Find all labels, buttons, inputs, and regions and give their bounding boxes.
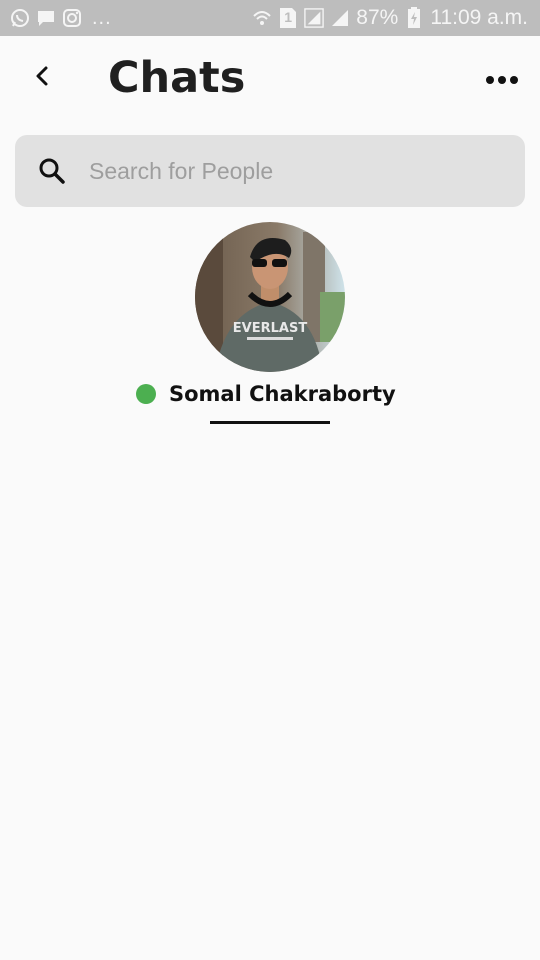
avatar[interactable]: EVERLAST (195, 222, 345, 372)
clock: 11:09 a.m. (430, 6, 528, 29)
chevron-left-icon (33, 65, 51, 91)
avatar-photo: EVERLAST (195, 222, 345, 372)
search-icon (37, 156, 67, 186)
battery-percent: 87% (356, 6, 399, 29)
battery-charging-icon (404, 7, 424, 28)
signal-icon (330, 8, 350, 28)
sim-icon: 1 (278, 8, 298, 28)
person-card[interactable]: EVERLAST Somal Chakraborty (120, 222, 420, 432)
sim-label: 1 (284, 9, 293, 25)
status-bar: ... 1 87% 11:09 a.m. (0, 0, 540, 36)
shirt-text: EVERLAST (233, 321, 308, 336)
online-status-icon (136, 384, 156, 404)
more-notifications: ... (92, 6, 112, 29)
status-left-icons: ... (0, 7, 112, 30)
search-input[interactable] (87, 156, 491, 186)
page-title: Chats (108, 53, 246, 103)
app-bar: Chats (0, 36, 540, 120)
person-name-row: Somal Chakraborty (136, 382, 396, 406)
instagram-icon (62, 8, 82, 28)
selected-indicator (210, 421, 330, 424)
more-options-button[interactable] (480, 64, 524, 94)
search-bar[interactable] (15, 135, 525, 207)
back-button[interactable] (22, 58, 62, 98)
status-right-icons: 1 87% 11:09 a.m. (252, 6, 540, 30)
message-icon (36, 8, 56, 28)
person-name[interactable]: Somal Chakraborty (169, 382, 396, 406)
signal-icon (304, 8, 325, 28)
whatsapp-icon (10, 8, 30, 28)
more-horizontal-icon (485, 70, 519, 89)
wifi-icon (252, 8, 272, 28)
